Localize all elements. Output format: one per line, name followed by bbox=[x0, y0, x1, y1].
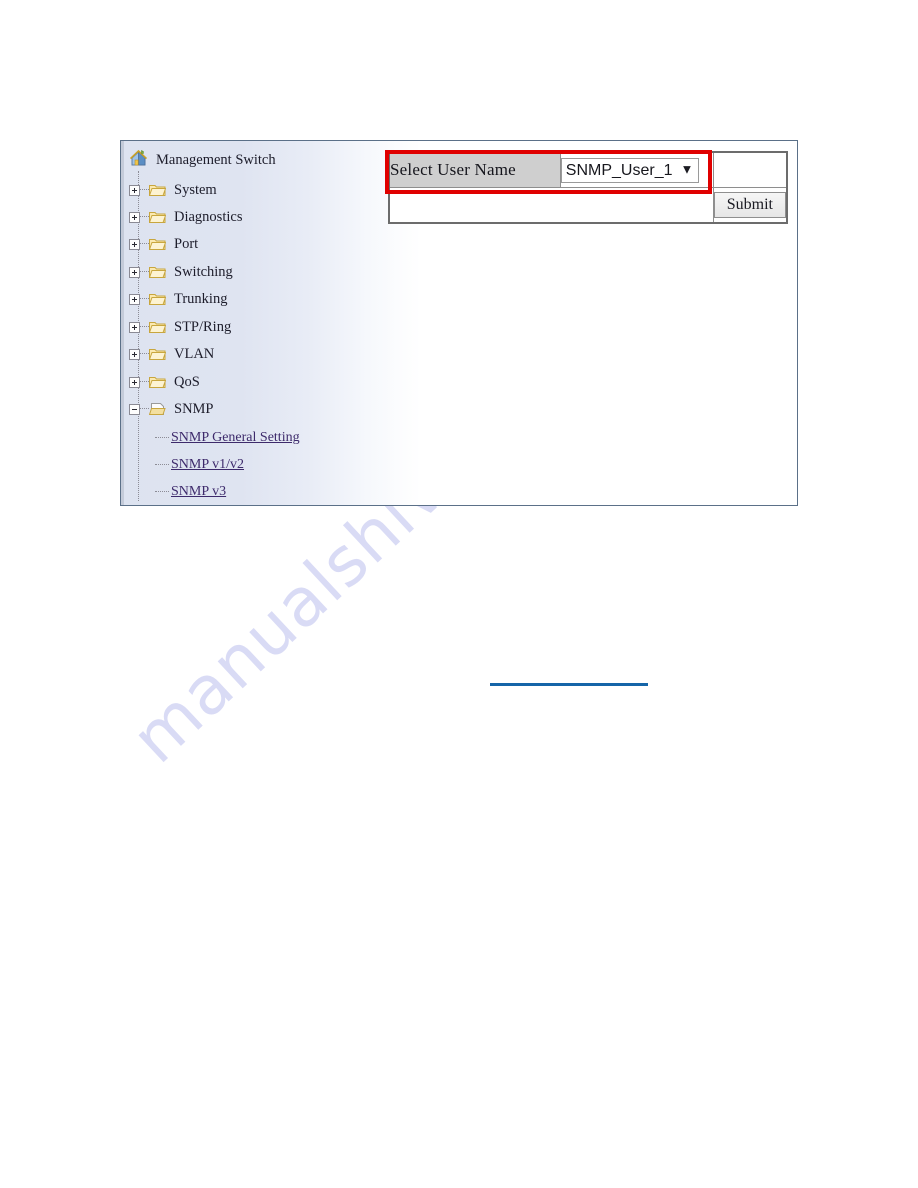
tree-node-label: Diagnostics bbox=[174, 208, 243, 225]
expand-icon-switching[interactable] bbox=[129, 266, 140, 278]
tree-node-vlan[interactable]: VLAN bbox=[129, 343, 214, 365]
tree-connector bbox=[140, 381, 149, 383]
submit-cell: Submit bbox=[712, 187, 788, 224]
link-snmp-general-setting[interactable]: SNMP General Setting bbox=[171, 430, 300, 446]
tree-node-system[interactable]: System bbox=[129, 179, 217, 201]
folder-icon bbox=[148, 375, 167, 389]
tree-node-label: VLAN bbox=[174, 345, 215, 362]
tree-leaf-snmp-v1-v2[interactable]: SNMP v1/v2 bbox=[155, 455, 244, 475]
tree-root-label: Management Switch bbox=[156, 151, 276, 168]
select-user-name-field: SNMP_User_1 ▼ bbox=[559, 151, 714, 188]
folder-icon bbox=[148, 265, 167, 279]
tree-node-trunking[interactable]: Trunking bbox=[129, 288, 227, 310]
tree-connector bbox=[155, 491, 169, 493]
expand-icon-qos[interactable] bbox=[129, 376, 140, 388]
tree-connector bbox=[140, 408, 149, 410]
folder-icon bbox=[148, 210, 167, 224]
folder-icon bbox=[148, 237, 167, 251]
collapse-icon-snmp[interactable] bbox=[129, 403, 140, 415]
tree-node-label: Port bbox=[174, 235, 199, 252]
user-name-select-wrap: SNMP_User_1 ▼ bbox=[560, 157, 699, 183]
tree-root-node[interactable]: Management Switch bbox=[129, 149, 276, 171]
house-icon bbox=[129, 149, 148, 172]
folder-icon bbox=[148, 320, 167, 334]
tree-node-label: SNMP bbox=[174, 400, 214, 417]
select-user-name-label: Select User Name bbox=[388, 151, 561, 188]
tree-node-label: QoS bbox=[174, 373, 200, 390]
switch-web-ui-screenshot: Management Switch System Diagnostics Por… bbox=[120, 140, 798, 506]
tree-node-switching[interactable]: Switching bbox=[129, 261, 233, 283]
tree-connector bbox=[140, 353, 149, 355]
folder-icon bbox=[148, 292, 167, 306]
folder-icon bbox=[148, 347, 167, 361]
tree-node-qos[interactable]: QoS bbox=[129, 371, 200, 393]
tree-connector bbox=[155, 437, 169, 439]
tree-node-snmp[interactable]: SNMP bbox=[129, 398, 214, 420]
open-folder-icon bbox=[148, 402, 166, 416]
tree-connector bbox=[155, 464, 169, 466]
expand-icon-trunking[interactable] bbox=[129, 293, 140, 305]
expand-icon-vlan[interactable] bbox=[129, 348, 140, 360]
tree-connector bbox=[140, 298, 149, 300]
expand-icon-stp-ring[interactable] bbox=[129, 321, 140, 333]
tree-node-label: Switching bbox=[174, 263, 233, 280]
table-row: Submit bbox=[388, 187, 788, 224]
link-snmp-v1-v2[interactable]: SNMP v1/v2 bbox=[171, 457, 244, 473]
tree-connector bbox=[140, 216, 149, 218]
folder-icon bbox=[148, 183, 167, 197]
tree-connector bbox=[140, 326, 149, 328]
expand-icon-port[interactable] bbox=[129, 238, 140, 250]
tree-node-stp-ring[interactable]: STP/Ring bbox=[129, 316, 231, 338]
expand-icon-diagnostics[interactable] bbox=[129, 211, 140, 223]
tree-leaf-snmp-general-setting[interactable]: SNMP General Setting bbox=[155, 428, 300, 448]
navigation-tree-panel: Management Switch System Diagnostics Por… bbox=[121, 141, 421, 505]
tree-leaf-snmp-v3[interactable]: SNMP v3 bbox=[155, 482, 226, 502]
tree-node-label: STP/Ring bbox=[174, 318, 232, 335]
table-row: Select User Name SNMP_User_1 ▼ bbox=[388, 151, 788, 188]
submit-button[interactable]: Submit bbox=[713, 192, 786, 218]
tree-connector bbox=[140, 189, 149, 191]
tree-node-port[interactable]: Port bbox=[129, 233, 198, 255]
table-spacer-cell bbox=[712, 151, 788, 188]
document-hyperlink-rule[interactable] bbox=[490, 683, 648, 686]
expand-icon-system[interactable] bbox=[129, 184, 140, 196]
tree-connector bbox=[140, 271, 149, 273]
tree-node-label: Trunking bbox=[174, 290, 228, 307]
blank-cell bbox=[388, 187, 714, 224]
user-name-select[interactable]: SNMP_User_1 bbox=[560, 157, 699, 183]
link-snmp-v3[interactable]: SNMP v3 bbox=[171, 484, 226, 500]
tree-node-label: System bbox=[174, 181, 217, 198]
tree-node-diagnostics[interactable]: Diagnostics bbox=[129, 206, 242, 228]
tree-connector bbox=[140, 243, 149, 245]
settings-table: Select User Name SNMP_User_1 ▼ Submit bbox=[388, 151, 788, 224]
snmp-v3-user-form: Select User Name SNMP_User_1 ▼ Submit bbox=[388, 151, 788, 224]
